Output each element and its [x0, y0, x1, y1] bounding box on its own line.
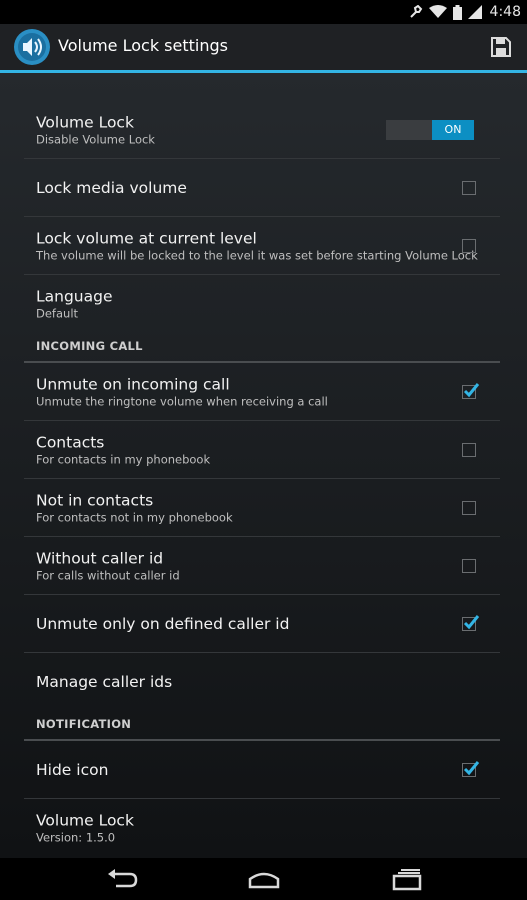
recent-apps-icon[interactable] — [390, 867, 424, 895]
pref-lock-media-volume[interactable]: Lock media volume — [24, 159, 500, 217]
pref-title: Unmute on incoming call — [36, 375, 230, 393]
toggle-on-label: ON — [432, 119, 474, 140]
pref-title: Manage caller ids — [36, 672, 173, 691]
pref-title: Not in contacts — [36, 491, 154, 509]
hide-icon-checkbox[interactable] — [462, 760, 480, 777]
signal-icon — [467, 5, 482, 19]
pref-without-caller-id[interactable]: Without caller id For calls without call… — [24, 537, 500, 595]
pref-title: Volume Lock — [36, 811, 134, 829]
pref-lock-current-level[interactable]: Lock volume at current level The volume … — [24, 217, 500, 275]
pref-summary: For calls without caller id — [36, 568, 180, 582]
section-header-incoming-call: INCOMING CALL — [24, 332, 500, 363]
pref-unmute-defined-caller[interactable]: Unmute only on defined caller id — [24, 595, 500, 653]
pref-not-in-contacts[interactable]: Not in contacts For contacts not in my p… — [24, 479, 500, 537]
pref-title: Hide icon — [36, 760, 109, 779]
save-icon[interactable] — [489, 35, 513, 59]
status-icons: 4:48 — [409, 0, 521, 24]
not-in-contacts-checkbox[interactable] — [462, 500, 476, 515]
home-icon[interactable] — [247, 867, 281, 895]
clock: 4:48 — [489, 4, 521, 20]
pref-summary: The volume will be locked to the level i… — [36, 248, 478, 262]
pref-title: Contacts — [36, 433, 105, 451]
pref-summary: For contacts in my phonebook — [36, 452, 211, 466]
lock-current-checkbox[interactable] — [462, 238, 476, 253]
pref-title: Lock volume at current level — [36, 229, 257, 247]
section-title: INCOMING CALL — [36, 339, 143, 353]
section-header-notification: NOTIFICATION — [24, 710, 500, 741]
pref-about-version[interactable]: Volume Lock Version: 1.5.0 — [24, 799, 500, 856]
pref-contacts[interactable]: Contacts For contacts in my phonebook — [24, 421, 500, 479]
pref-hide-icon[interactable]: Hide icon — [24, 741, 500, 799]
pref-summary: Disable Volume Lock — [36, 132, 155, 146]
status-bar: 4:48 — [0, 0, 527, 24]
pref-language[interactable]: Language Default — [24, 275, 500, 332]
pref-volume-lock[interactable]: Volume Lock Disable Volume Lock ON — [24, 101, 500, 159]
pref-summary: Unmute the ringtone volume when receivin… — [36, 394, 328, 408]
checkmark-icon — [463, 760, 480, 775]
preference-list: Volume Lock Disable Volume Lock ON Lock … — [24, 101, 500, 856]
wifi-icon — [428, 5, 447, 19]
checkmark-icon — [463, 614, 480, 629]
section-title: NOTIFICATION — [36, 717, 132, 731]
pref-manage-caller-ids[interactable]: Manage caller ids — [24, 653, 500, 710]
pref-title: Unmute only on defined caller id — [36, 614, 290, 633]
pref-summary: Version: 1.5.0 — [36, 830, 116, 844]
pref-title: Language — [36, 287, 113, 305]
unmute-incoming-checkbox[interactable] — [462, 382, 480, 399]
pref-summary: For contacts not in my phonebook — [36, 510, 233, 524]
pref-unmute-incoming[interactable]: Unmute on incoming call Unmute the ringt… — [24, 363, 500, 421]
wrench-icon — [409, 5, 423, 19]
contacts-checkbox[interactable] — [462, 442, 476, 457]
checkmark-icon — [463, 382, 480, 397]
pref-summary: Default — [36, 306, 79, 320]
lock-media-checkbox[interactable] — [462, 180, 476, 195]
settings-content: Volume Lock Disable Volume Lock ON Lock … — [0, 73, 527, 858]
back-icon[interactable] — [106, 867, 138, 895]
volume-lock-toggle[interactable]: ON — [386, 119, 474, 140]
without-caller-id-checkbox[interactable] — [462, 558, 476, 573]
defined-caller-checkbox[interactable] — [462, 614, 480, 631]
navigation-bar — [0, 858, 527, 900]
action-bar: Volume Lock settings — [0, 24, 527, 73]
pref-title: Volume Lock — [36, 113, 134, 131]
battery-icon — [452, 4, 462, 20]
pref-title: Without caller id — [36, 549, 164, 567]
speaker-icon[interactable] — [13, 28, 51, 66]
page-title: Volume Lock settings — [58, 36, 228, 55]
pref-title: Lock media volume — [36, 178, 187, 197]
